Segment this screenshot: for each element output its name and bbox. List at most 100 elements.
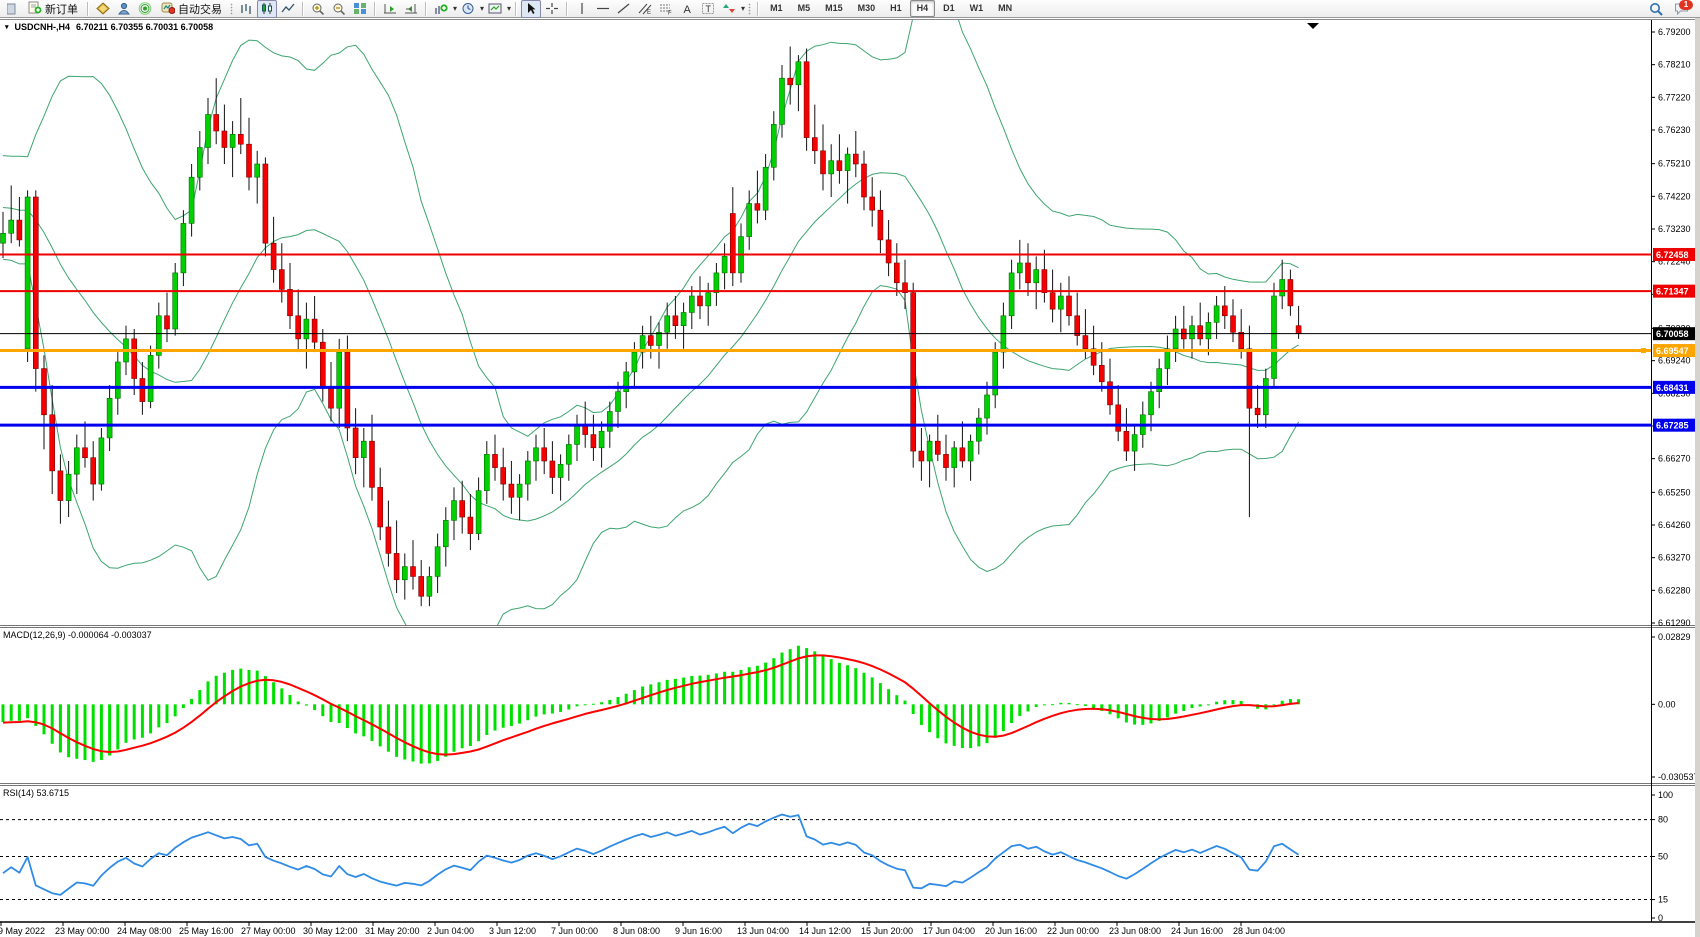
arrows-caret-icon[interactable]: ▾: [741, 4, 745, 13]
metaeditor-icon[interactable]: [93, 0, 113, 18]
timeframe-m1[interactable]: M1: [763, 0, 790, 17]
toolbar-separator: [374, 2, 376, 16]
timeframe-w1[interactable]: W1: [963, 0, 991, 17]
periods-caret-icon[interactable]: ▾: [480, 4, 484, 13]
auto-trading-button[interactable]: 自动交易: [156, 1, 227, 17]
auto-scroll-icon[interactable]: [380, 0, 400, 18]
svg-text:E: E: [647, 10, 651, 15]
templates-icon[interactable]: [485, 0, 505, 18]
tile-windows-icon[interactable]: [350, 0, 370, 18]
horizontal-line-tool-icon[interactable]: [593, 0, 613, 18]
notifications-button[interactable]: 1: [1672, 1, 1690, 17]
auto-trading-label: 自动交易: [178, 1, 222, 17]
svg-text:6.69547: 6.69547: [1656, 346, 1689, 356]
line-chart-type-icon[interactable]: [278, 0, 298, 18]
periods-clock-icon[interactable]: [458, 0, 478, 18]
time-label: 20 Jun 16:00: [985, 926, 1037, 936]
cursor-icon[interactable]: [521, 0, 541, 18]
time-label: 2 Jun 04:00: [427, 926, 474, 936]
toolbar-separator: [515, 2, 517, 16]
time-label: 13 Jun 04:00: [737, 926, 789, 936]
svg-text:6.61290: 6.61290: [1658, 618, 1691, 628]
clipped-chart-icon[interactable]: [2, 0, 22, 18]
arrows-tool-icon[interactable]: [719, 0, 739, 18]
toolbar: 新订单 自动交易: [0, 0, 1700, 18]
label-tool-icon[interactable]: T: [698, 0, 718, 18]
svg-text:50: 50: [1658, 852, 1668, 862]
time-label: 9 Jun 16:00: [675, 926, 722, 936]
svg-text:6.65250: 6.65250: [1658, 487, 1691, 497]
crosshair-icon[interactable]: [542, 0, 562, 18]
market-icon[interactable]: [135, 0, 155, 18]
time-label: 8 Jun 08:00: [613, 926, 660, 936]
svg-text:6.79200: 6.79200: [1658, 27, 1691, 37]
svg-text:6.76230: 6.76230: [1658, 125, 1691, 135]
window-edge: [1695, 18, 1700, 937]
new-order-button[interactable]: 新订单: [23, 1, 83, 17]
toolbar-right: 1: [1646, 0, 1698, 18]
rsi-indicator-label: RSI(14) 53.6715: [3, 788, 69, 798]
chart-title: ▾ USDCNH-,H4 6.70211 6.70355 6.70031 6.7…: [5, 22, 213, 32]
toolbar-separator: [302, 2, 304, 16]
svg-text:6.69240: 6.69240: [1658, 356, 1691, 366]
time-label: 17 Jun 04:00: [923, 926, 975, 936]
timeframe-h1[interactable]: H1: [883, 0, 909, 17]
indicators-caret-icon[interactable]: ▾: [453, 4, 457, 13]
svg-text:0.00: 0.00: [1658, 699, 1676, 709]
indicators-icon[interactable]: [431, 0, 451, 18]
svg-text:6.73230: 6.73230: [1658, 224, 1691, 234]
macd-name: MACD(12,26,9): [3, 630, 66, 640]
search-icon[interactable]: [1646, 0, 1666, 18]
bar-chart-type-icon[interactable]: [236, 0, 256, 18]
toolbar-grip: [748, 3, 751, 15]
time-label: 22 Jun 00:00: [1047, 926, 1099, 936]
vertical-line-tool-icon[interactable]: [572, 0, 592, 18]
svg-text:6.70058: 6.70058: [1656, 329, 1689, 339]
svg-text:0: 0: [1658, 913, 1663, 923]
toolbar-separator: [87, 2, 89, 16]
channel-tool-icon[interactable]: E: [635, 0, 655, 18]
timeframe-m30[interactable]: M30: [851, 0, 883, 17]
templates-caret-icon[interactable]: ▾: [507, 4, 511, 13]
zoom-in-icon[interactable]: [308, 0, 328, 18]
svg-text:6.67285: 6.67285: [1656, 421, 1689, 431]
svg-text:6.71347: 6.71347: [1656, 287, 1689, 297]
toolbar-separator: [566, 2, 568, 16]
candlestick-type-icon[interactable]: [257, 0, 277, 18]
svg-text:0.02829: 0.02829: [1658, 632, 1691, 642]
time-label: 15 Jun 20:00: [861, 926, 913, 936]
rsi-value: 53.6715: [37, 788, 70, 798]
macd-signal-value: -0.003037: [111, 630, 152, 640]
time-label: 25 May 16:00: [179, 926, 234, 936]
time-label: 28 Jun 04:00: [1233, 926, 1285, 936]
time-label: 27 May 00:00: [241, 926, 296, 936]
fibonacci-tool-icon[interactable]: F: [656, 0, 676, 18]
timeframe-h4[interactable]: H4: [910, 0, 936, 17]
svg-text:6.62280: 6.62280: [1658, 585, 1691, 595]
timeframe-d1[interactable]: D1: [936, 0, 962, 17]
chart-canvas[interactable]: 6.792006.782106.772206.762306.752106.742…: [0, 18, 1700, 937]
timeframe-m5[interactable]: M5: [791, 0, 818, 17]
svg-text:6.68431: 6.68431: [1656, 383, 1689, 393]
time-label: 30 May 12:00: [303, 926, 358, 936]
svg-text:6.64260: 6.64260: [1658, 520, 1691, 530]
ohlc-values: 6.70211 6.70355 6.70031 6.70058: [76, 22, 213, 32]
community-icon[interactable]: [114, 0, 134, 18]
time-label: 14 Jun 12:00: [799, 926, 851, 936]
zoom-out-icon[interactable]: [329, 0, 349, 18]
svg-text:15: 15: [1658, 895, 1668, 905]
svg-text:6.66270: 6.66270: [1658, 454, 1691, 464]
timeframe-m15[interactable]: M15: [818, 0, 850, 17]
svg-text:6.78210: 6.78210: [1658, 60, 1691, 70]
time-label: 19 May 2022: [0, 926, 45, 936]
trendline-tool-icon[interactable]: [614, 0, 634, 18]
macd-indicator-label: MACD(12,26,9) -0.000064 -0.003037: [3, 630, 152, 640]
text-tool-icon[interactable]: A: [677, 0, 697, 18]
rsi-name: RSI(14): [3, 788, 34, 798]
svg-text:A: A: [684, 4, 692, 15]
timeframe-mn[interactable]: MN: [991, 0, 1019, 17]
chart-shift-icon[interactable]: [401, 0, 421, 18]
svg-text:6.63270: 6.63270: [1658, 553, 1691, 563]
svg-text:6.75210: 6.75210: [1658, 159, 1691, 169]
svg-text:T: T: [706, 4, 712, 14]
